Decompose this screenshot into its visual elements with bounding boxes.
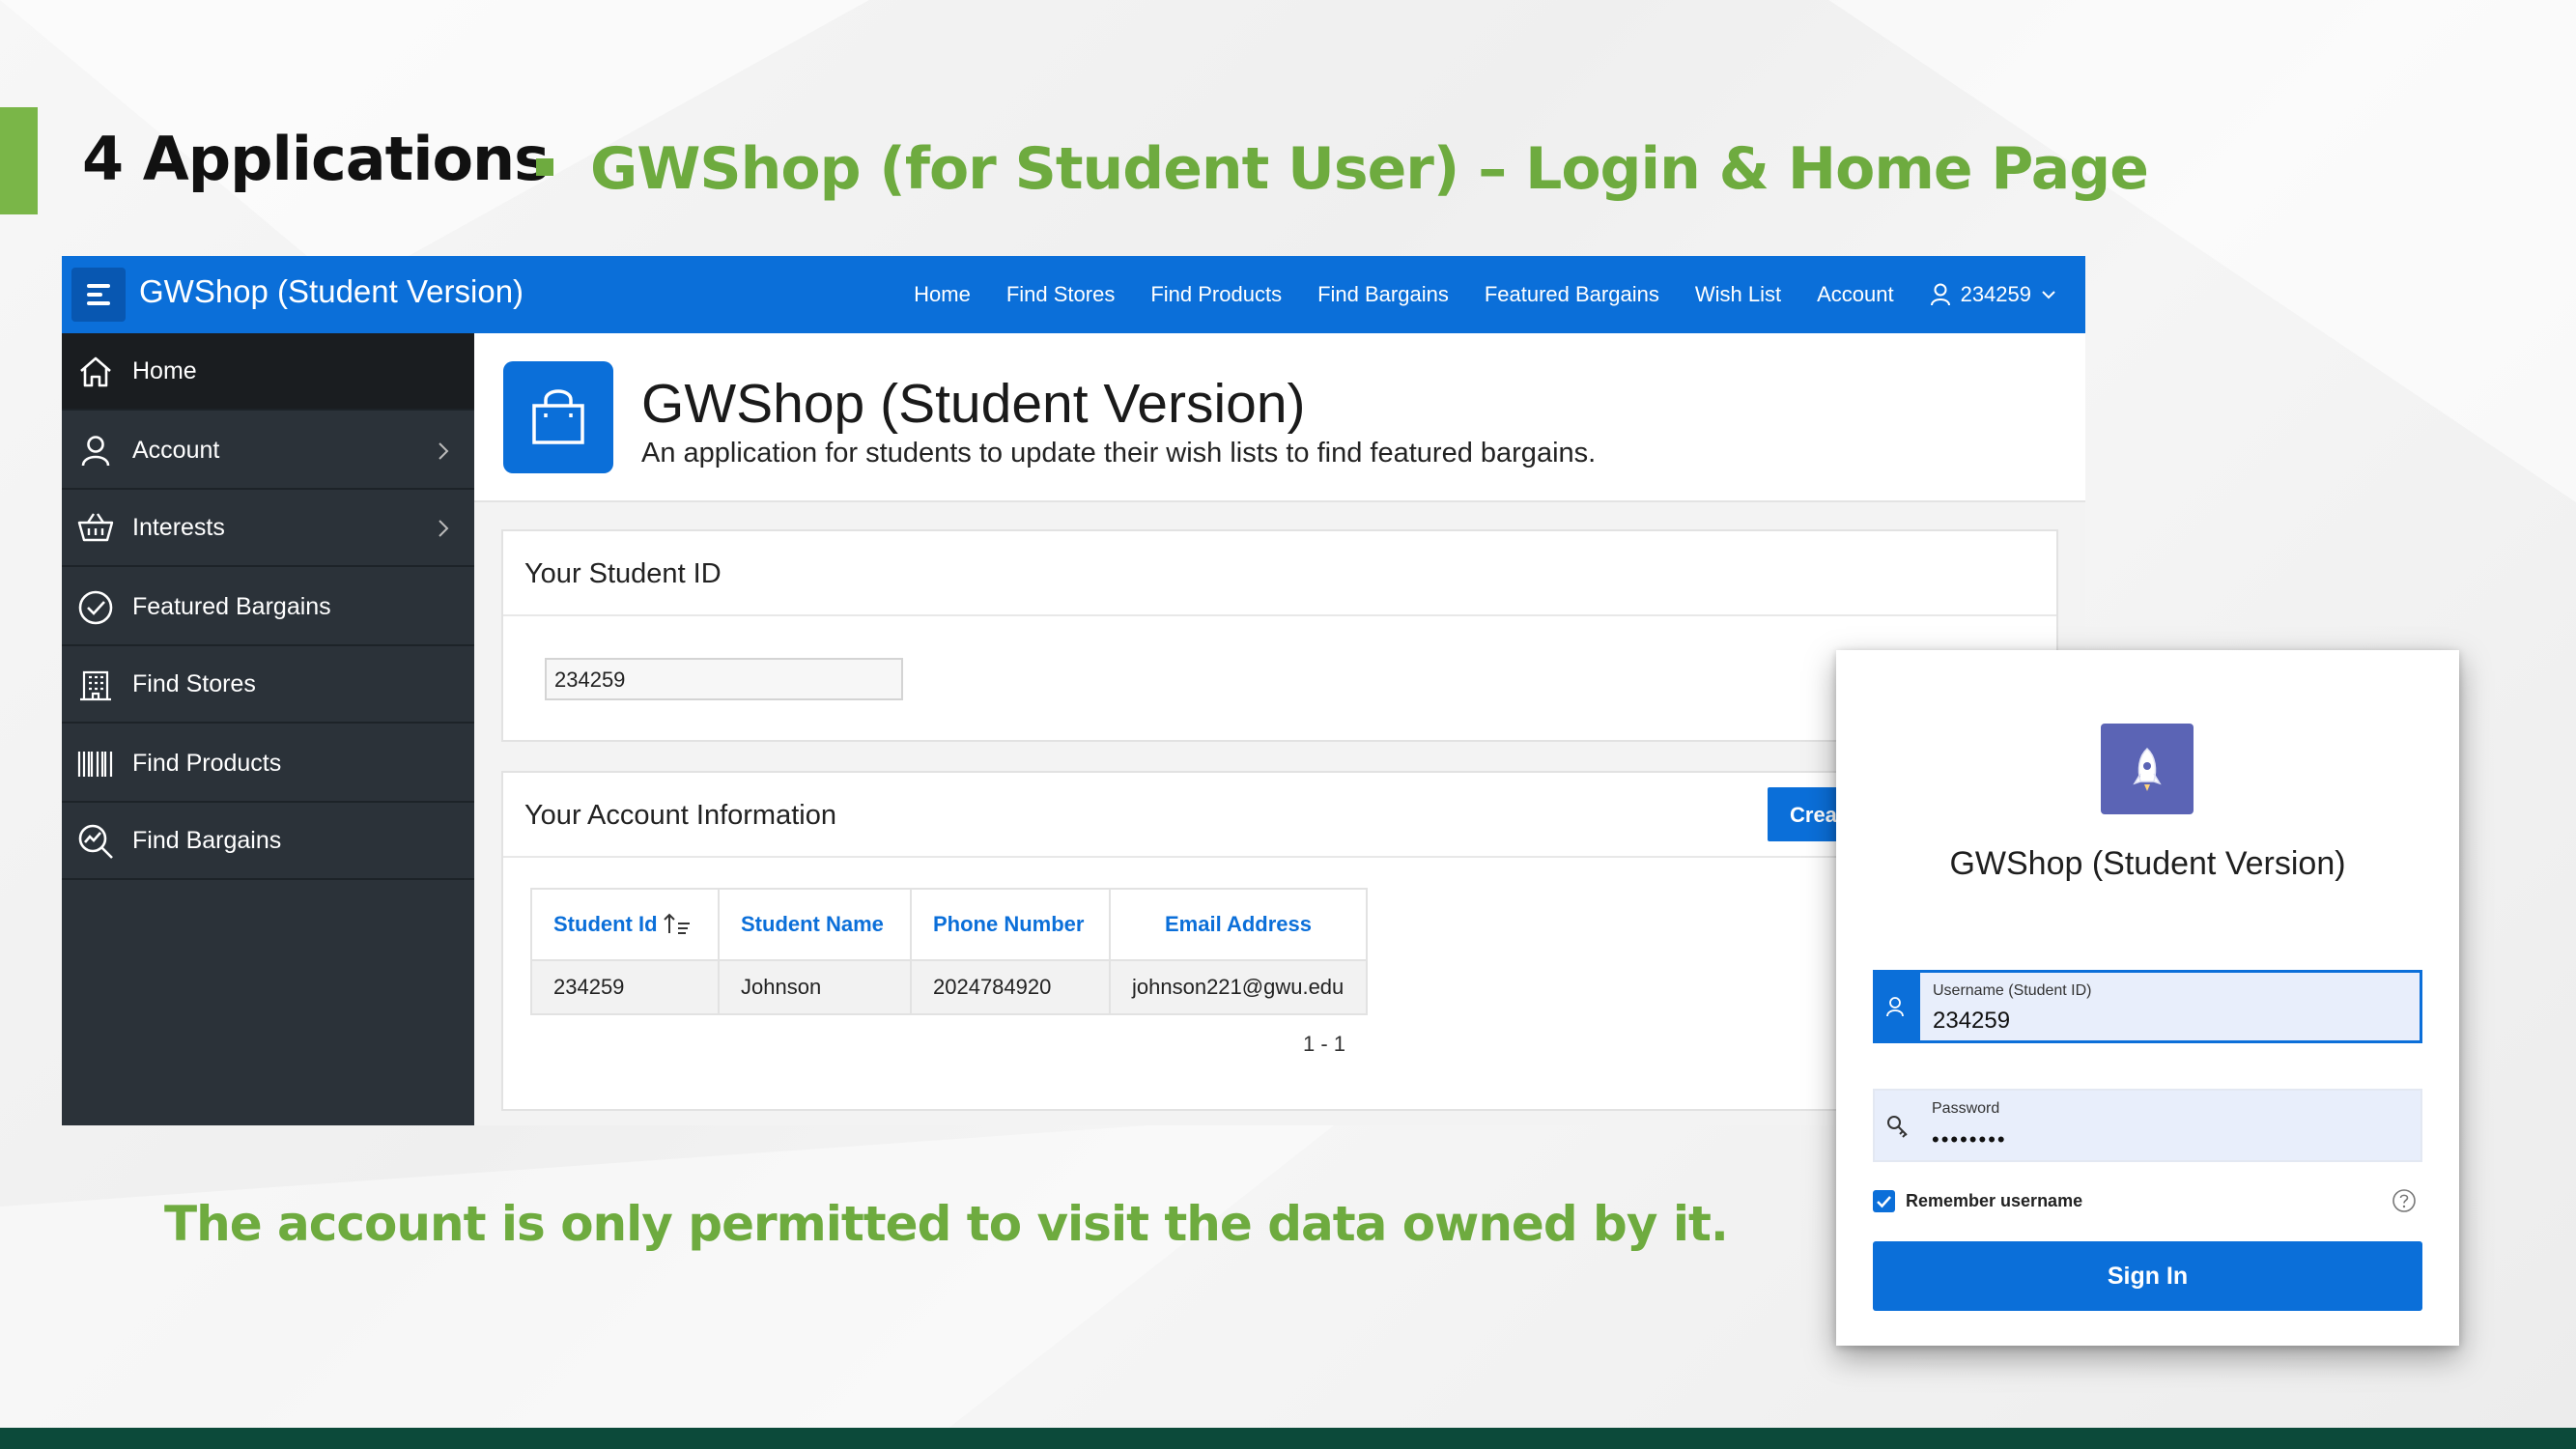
remember-label: Remember username — [1906, 1191, 2083, 1210]
slide-section-title: 4 Applications — [82, 124, 550, 194]
building-icon — [80, 670, 111, 701]
home-icon — [80, 356, 111, 387]
pagination-label: 1 - 1 — [1303, 1032, 1346, 1056]
bullet-square-icon — [536, 158, 553, 176]
sidebar-item-home[interactable]: Home — [62, 333, 474, 411]
page-description: An application for students to update th… — [641, 438, 1597, 469]
slide-footer-bar — [0, 1428, 2576, 1449]
cell-student-name: Johnson — [718, 959, 912, 1015]
username-label: Username (Student ID) — [1933, 982, 2092, 999]
page-hero: GWShop (Student Version) An application … — [474, 333, 2085, 502]
password-label: Password — [1932, 1100, 2000, 1117]
cell-phone-number: 2024784920 — [910, 959, 1111, 1015]
student-id-field[interactable]: 234259 — [545, 658, 903, 700]
field-icon-box — [1875, 1091, 1919, 1160]
sidebar-item-find-products[interactable]: Find Products — [62, 725, 474, 803]
card-title: Your Student ID — [524, 558, 722, 589]
slide-subtitle: GWShop (for Student User) – Login & Home… — [590, 135, 2149, 203]
user-icon — [1930, 283, 1950, 306]
sidebar-item-find-stores[interactable]: Find Stores — [62, 646, 474, 724]
checkmark-icon — [1877, 1196, 1891, 1208]
column-header-email-address[interactable]: Email Address — [1109, 888, 1368, 961]
barcode-icon — [77, 752, 113, 777]
app-name[interactable]: GWShop (Student Version) — [139, 273, 524, 310]
search-chart-icon — [78, 824, 113, 859]
sort-ascending-icon — [663, 913, 690, 934]
nav-home[interactable]: Home — [914, 282, 971, 307]
chevron-down-icon — [2042, 291, 2055, 299]
nav-wish-list[interactable]: Wish List — [1695, 282, 1781, 307]
field-icon-box — [1876, 973, 1920, 1040]
username-input[interactable]: 234259 — [1933, 1008, 2010, 1035]
username-field[interactable]: Username (Student ID) 234259 — [1873, 970, 2422, 1043]
password-input[interactable]: •••••••• — [1932, 1127, 2007, 1152]
student-id-card: Your Student ID 234259 — [501, 529, 2058, 742]
column-header-student-name[interactable]: Student Name — [718, 888, 912, 961]
basket-icon — [77, 513, 114, 542]
password-field[interactable]: Password •••••••• — [1873, 1089, 2422, 1162]
chevron-right-icon — [439, 442, 449, 460]
menu-toggle-button[interactable] — [71, 268, 126, 322]
column-header-label: Student Id — [553, 912, 658, 936]
sidebar-item-account[interactable]: Account — [62, 412, 474, 490]
sidebar-item-label: Find Stores — [132, 669, 256, 697]
user-icon — [1886, 997, 1904, 1017]
check-circle-icon — [78, 590, 113, 625]
cell-student-id: 234259 — [530, 959, 720, 1015]
card-title: Your Account Information — [524, 800, 836, 831]
slide-note: The account is only permitted to visit t… — [164, 1196, 1729, 1252]
key-icon — [1887, 1116, 1908, 1138]
nav-find-bargains[interactable]: Find Bargains — [1317, 282, 1449, 307]
sidebar-nav: Home Account Interests Featured Bargains… — [62, 333, 474, 1125]
login-title: GWShop (Student Version) — [1949, 845, 2346, 882]
help-icon[interactable] — [2392, 1188, 2417, 1213]
sidebar-item-label: Interests — [132, 513, 225, 541]
top-nav: Home Find Stores Find Products Find Barg… — [914, 256, 2056, 333]
sidebar-item-interests[interactable]: Interests — [62, 490, 474, 567]
user-menu[interactable]: 234259 — [1930, 282, 2056, 307]
sidebar-item-label: Featured Bargains — [132, 592, 331, 620]
table-row: 234259 Johnson 2024784920 johnson221@gwu… — [530, 959, 1368, 1015]
hero-icon-box — [503, 361, 613, 473]
app-window: GWShop (Student Version) Home Find Store… — [62, 256, 2085, 1125]
nav-account[interactable]: Account — [1817, 282, 1894, 307]
chevron-right-icon — [439, 520, 449, 537]
sidebar-item-label: Account — [132, 436, 220, 464]
remember-checkbox[interactable] — [1873, 1190, 1895, 1212]
sidebar-item-find-bargains[interactable]: Find Bargains — [62, 803, 474, 880]
table-header-row: Student Id Student Name Phone Number Ema… — [530, 888, 1368, 961]
sidebar-item-label: Find Products — [132, 749, 282, 777]
sidebar-item-label: Home — [132, 356, 197, 384]
card-header: Your Account Information Crea — [503, 773, 2056, 858]
nav-find-products[interactable]: Find Products — [1150, 282, 1282, 307]
column-header-student-id[interactable]: Student Id — [530, 888, 720, 961]
nav-featured-bargains[interactable]: Featured Bargains — [1485, 282, 1659, 307]
create-button[interactable]: Crea — [1768, 787, 1845, 841]
remember-username[interactable]: Remember username — [1873, 1190, 2082, 1212]
app-top-bar: GWShop (Student Version) Home Find Store… — [62, 256, 2085, 333]
column-header-phone-number[interactable]: Phone Number — [910, 888, 1111, 961]
slide-accent-bar — [0, 107, 38, 214]
nav-find-stores[interactable]: Find Stores — [1006, 282, 1116, 307]
user-id-label: 234259 — [1960, 282, 2031, 306]
card-header: Your Student ID — [503, 531, 2056, 616]
account-table: Student Id Student Name Phone Number Ema… — [530, 888, 1368, 1015]
login-logo — [2101, 724, 2194, 814]
user-icon — [81, 436, 110, 467]
login-dialog: GWShop (Student Version) Username (Stude… — [1836, 650, 2459, 1346]
background-facet — [0, 1111, 1352, 1430]
shopping-bag-icon — [532, 389, 584, 444]
sidebar-item-label: Find Bargains — [132, 826, 282, 854]
rocket-icon — [2133, 747, 2162, 791]
cell-email-address: johnson221@gwu.edu — [1109, 959, 1368, 1015]
account-info-card: Your Account Information Crea Student Id… — [501, 771, 2058, 1111]
page-title: GWShop (Student Version) — [641, 373, 1306, 435]
sign-in-button[interactable]: Sign In — [1873, 1241, 2422, 1311]
sidebar-item-featured-bargains[interactable]: Featured Bargains — [62, 569, 474, 646]
